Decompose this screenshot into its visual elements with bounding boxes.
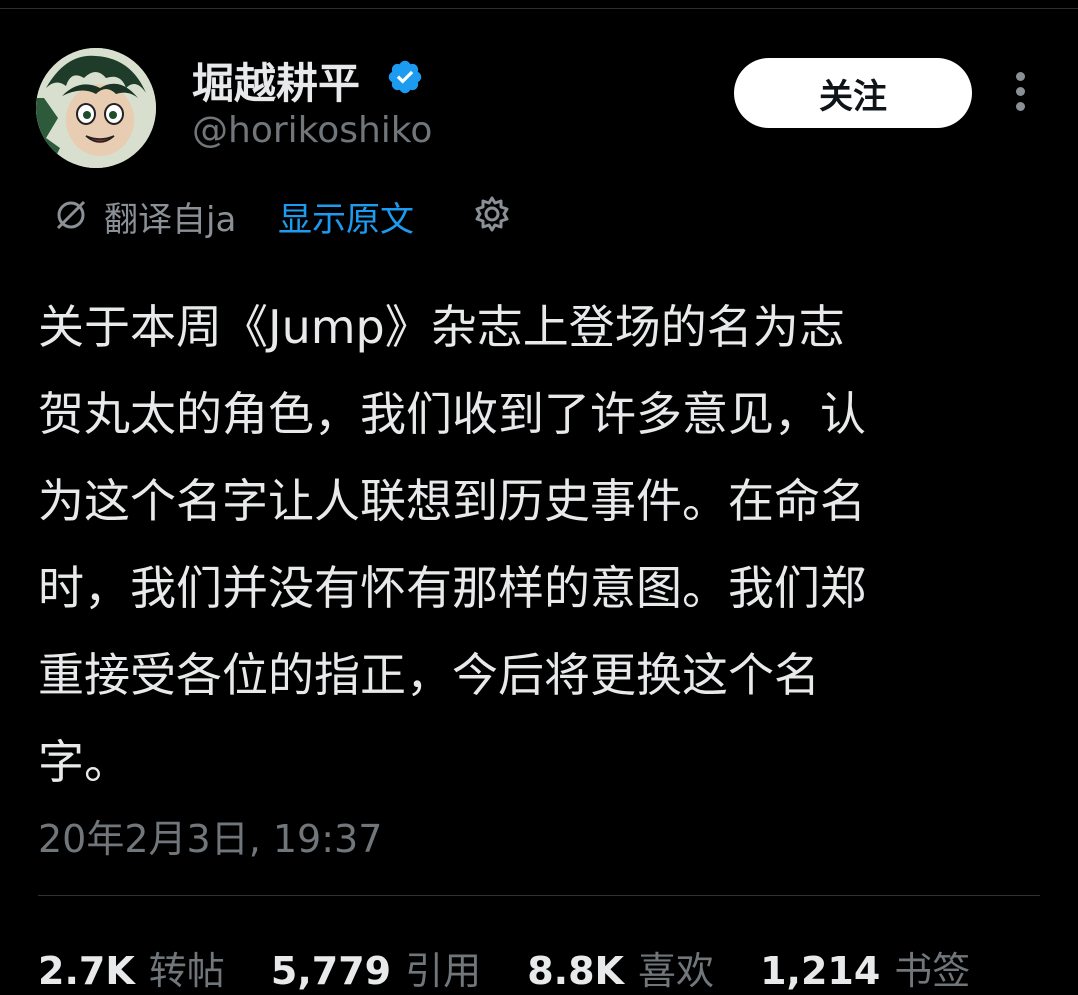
top-divider	[0, 8, 1078, 9]
tweet-timestamp[interactable]: 20年2月3日, 19:37	[38, 808, 382, 863]
stat-bookmarks[interactable]: 1,214 书签	[760, 940, 970, 995]
show-original-link[interactable]: 显示原文	[278, 192, 414, 241]
stat-likes[interactable]: 8.8K 喜欢	[527, 940, 714, 995]
stat-value: 8.8K	[527, 949, 624, 993]
stat-value: 1,214	[760, 949, 881, 993]
tweet-text: 关于本周《Jump》杂志上登场的名为志 贺丸太的角色，我们收到了许多意见，认 为…	[38, 300, 866, 789]
display-name[interactable]: 堀越耕平	[192, 50, 360, 111]
stats-divider	[38, 895, 1040, 896]
user-handle[interactable]: @horikoshiko	[192, 110, 432, 151]
stat-label: 喜欢	[637, 949, 714, 993]
settings-icon[interactable]	[472, 194, 512, 234]
stat-value: 2.7K	[38, 949, 135, 993]
avatar[interactable]	[36, 48, 156, 168]
translation-label: 翻译自ja	[104, 200, 237, 240]
stat-label: 书签	[894, 949, 971, 993]
stat-value: 5,779	[270, 949, 392, 993]
stat-reposts[interactable]: 2.7K 转帖	[38, 940, 225, 995]
stat-quotes[interactable]: 5,779 引用	[271, 940, 481, 995]
stat-label: 转帖	[148, 949, 225, 993]
verified-badge-icon	[388, 60, 422, 94]
more-options-icon[interactable]	[1010, 72, 1030, 116]
stat-label: 引用	[405, 949, 482, 993]
translate-icon	[56, 200, 86, 230]
engagement-stats: 2.7K 转帖 5,779 引用 8.8K 喜欢 1,214 书签	[38, 940, 1004, 995]
follow-button[interactable]: 关注	[734, 58, 972, 128]
